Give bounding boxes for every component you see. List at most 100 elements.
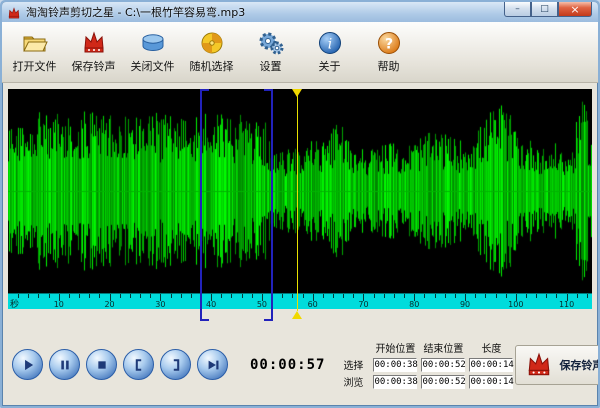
toolbar-button-close-file[interactable]: 关闭文件 (124, 27, 181, 77)
window-title: 淘淘铃声剪切之星 - C:\一根竹竿容易弯.mp3 (26, 4, 245, 20)
col-header-length: 长度 (481, 340, 501, 355)
ruler-tick (130, 294, 131, 298)
ruler-tick (38, 294, 39, 298)
position-table: 开始位置 结束位置 长度 选择 00:00:38 00:00:52 00:00:… (341, 339, 515, 390)
ruler-tick-label: 50 (257, 300, 267, 309)
ruler-tick-label: 90 (460, 300, 470, 309)
toolbar-label-help: 帮助 (378, 58, 400, 74)
open-folder-icon (22, 30, 48, 56)
ruler-tick (303, 294, 304, 298)
ruler-tick (49, 294, 50, 298)
save-ringtone-button[interactable]: 保存铃声 (515, 345, 600, 385)
close-file-icon (140, 30, 166, 56)
toolbar-label-settings: 设置 (260, 58, 282, 74)
ruler-tick (140, 294, 141, 298)
bracket-right-icon (165, 354, 187, 376)
play-to-end-icon (202, 354, 224, 376)
app-icon (7, 5, 21, 19)
selection-length-value[interactable]: 00:00:14 (469, 358, 513, 372)
random-select-icon (199, 30, 225, 56)
timeline-ruler[interactable]: 秒 102030405060708090100110 (8, 293, 592, 309)
toolbar-label-about: 关于 (319, 58, 341, 74)
mark-end-button[interactable] (160, 349, 191, 380)
toolbar-button-about[interactable]: i 关于 (301, 27, 358, 77)
play-selection-button[interactable] (197, 349, 228, 380)
save-ringtone-icon (81, 30, 107, 56)
ruler-tick (150, 294, 151, 298)
ruler-tick (28, 294, 29, 298)
transport-controls (12, 349, 228, 380)
window-controls: – □ × (504, 2, 592, 17)
waveform-display[interactable] (8, 89, 592, 293)
ruler-tick-label: 30 (155, 300, 165, 309)
stop-icon (91, 354, 113, 376)
ruler-tick (526, 294, 527, 298)
minimize-button[interactable]: – (504, 2, 531, 17)
toolbar-label-random-select: 随机选择 (190, 58, 234, 74)
ruler-tick (252, 294, 253, 298)
mark-start-button[interactable] (123, 349, 154, 380)
ruler-tick (18, 294, 19, 298)
ruler-tick-label: 40 (206, 300, 216, 309)
svg-text:?: ? (384, 37, 392, 53)
toolbar-button-settings[interactable]: 设置 (242, 27, 299, 77)
selection-end-value[interactable]: 00:00:52 (421, 358, 465, 372)
selection-start-value[interactable]: 00:00:38 (373, 358, 417, 372)
svg-text:i: i (327, 37, 331, 53)
close-button[interactable]: × (558, 2, 592, 17)
maximize-button[interactable]: □ (531, 2, 558, 17)
play-icon (17, 354, 39, 376)
about-icon: i (317, 30, 343, 56)
ruler-tick (99, 294, 100, 298)
ruler-tick (587, 294, 588, 298)
ruler-tick (445, 294, 446, 298)
save-ringtone-label: 保存铃声 (559, 357, 600, 373)
ruler-tick-label: 60 (308, 300, 318, 309)
ruler-tick (231, 294, 232, 298)
pause-button[interactable] (49, 349, 80, 380)
current-time-display: 00:00:57 (250, 357, 325, 373)
ruler-tick (536, 294, 537, 298)
toolbar-button-help[interactable]: ? 帮助 (360, 27, 417, 77)
ruler-tick (79, 294, 80, 298)
ruler-tick-label: 10 (54, 300, 64, 309)
ruler-tick (506, 294, 507, 298)
toolbar: 打开文件 保存铃声 关闭文件 随机选择 设置 (2, 22, 598, 83)
pause-icon (54, 354, 76, 376)
ruler-tick (424, 294, 425, 298)
settings-icon (258, 30, 284, 56)
waveform-panel: 秒 102030405060708090100110 (8, 89, 592, 309)
ruler-tick-label: 70 (358, 300, 368, 309)
play-button[interactable] (12, 349, 43, 380)
toolbar-button-open-file[interactable]: 打开文件 (6, 27, 63, 77)
stop-button[interactable] (86, 349, 117, 380)
ruler-tick (120, 294, 121, 298)
ruler-tick (577, 294, 578, 298)
ruler-tick (455, 294, 456, 298)
browse-start-value[interactable]: 00:00:38 (373, 375, 417, 389)
toolbar-button-save-ringtone[interactable]: 保存铃声 (65, 27, 122, 77)
ruler-tick (221, 294, 222, 298)
ruler-tick (191, 294, 192, 298)
ruler-tick (384, 294, 385, 298)
help-icon: ? (376, 30, 402, 56)
row-label-selection: 选择 (341, 357, 363, 372)
toolbar-button-random-select[interactable]: 随机选择 (183, 27, 240, 77)
bracket-left-icon (128, 354, 150, 376)
col-header-start: 开始位置 (375, 340, 415, 355)
ruler-tick (89, 294, 90, 298)
browse-length-value[interactable]: 00:00:14 (469, 375, 513, 389)
browse-end-value[interactable]: 00:00:52 (421, 375, 465, 389)
ruler-tick (69, 294, 70, 298)
ruler-tick (394, 294, 395, 298)
ruler-tick-label: 80 (409, 300, 419, 309)
maximize-icon: □ (540, 5, 549, 14)
ruler-tick (546, 294, 547, 298)
close-icon: × (570, 3, 579, 16)
ruler-tick (292, 294, 293, 298)
title-bar[interactable]: 淘淘铃声剪切之星 - C:\一根竹竿容易弯.mp3 – □ × (2, 2, 598, 22)
toolbar-label-close-file: 关闭文件 (131, 58, 175, 74)
row-label-browse: 浏览 (341, 374, 363, 389)
ruler-tick (353, 294, 354, 298)
ruler-tick (343, 294, 344, 298)
